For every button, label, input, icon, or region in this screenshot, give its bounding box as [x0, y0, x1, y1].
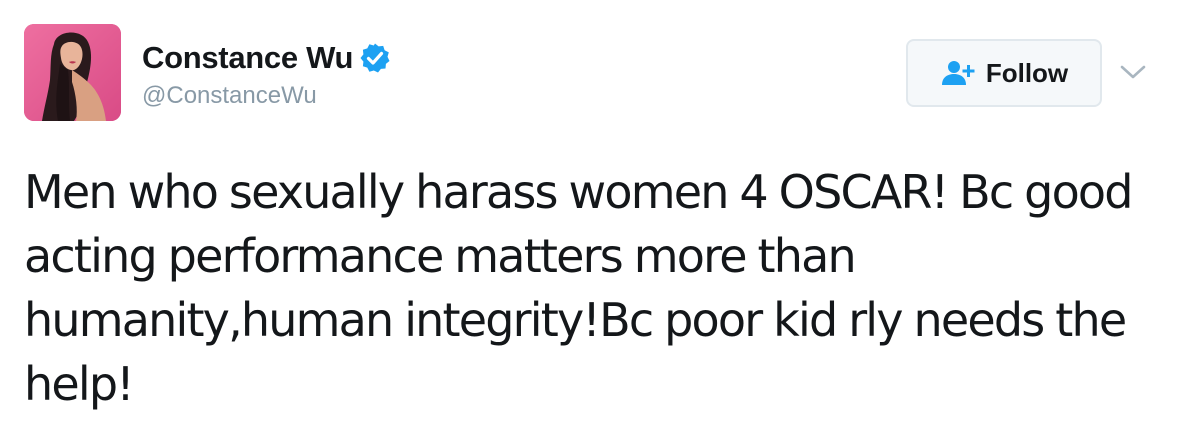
tweet-text: Men who sexually harass women 4 OSCAR! B…: [24, 165, 1133, 411]
add-user-icon: [940, 59, 976, 87]
follow-label: Follow: [985, 57, 1069, 88]
author-avatar[interactable]: [24, 24, 121, 121]
name-row: Constance Wu: [142, 38, 391, 78]
tweet-card: Constance Wu @ConstanceWu Follow Men who…: [0, 0, 1190, 426]
chevron-down-icon[interactable]: [1118, 60, 1148, 84]
avatar-photo: [24, 24, 121, 121]
tweet-header: Constance Wu @ConstanceWu: [142, 38, 391, 110]
follow-button[interactable]: Follow: [906, 39, 1102, 107]
verified-badge-icon: [359, 42, 391, 74]
author-display-name[interactable]: Constance Wu: [142, 40, 353, 76]
author-handle[interactable]: @ConstanceWu: [142, 82, 391, 110]
